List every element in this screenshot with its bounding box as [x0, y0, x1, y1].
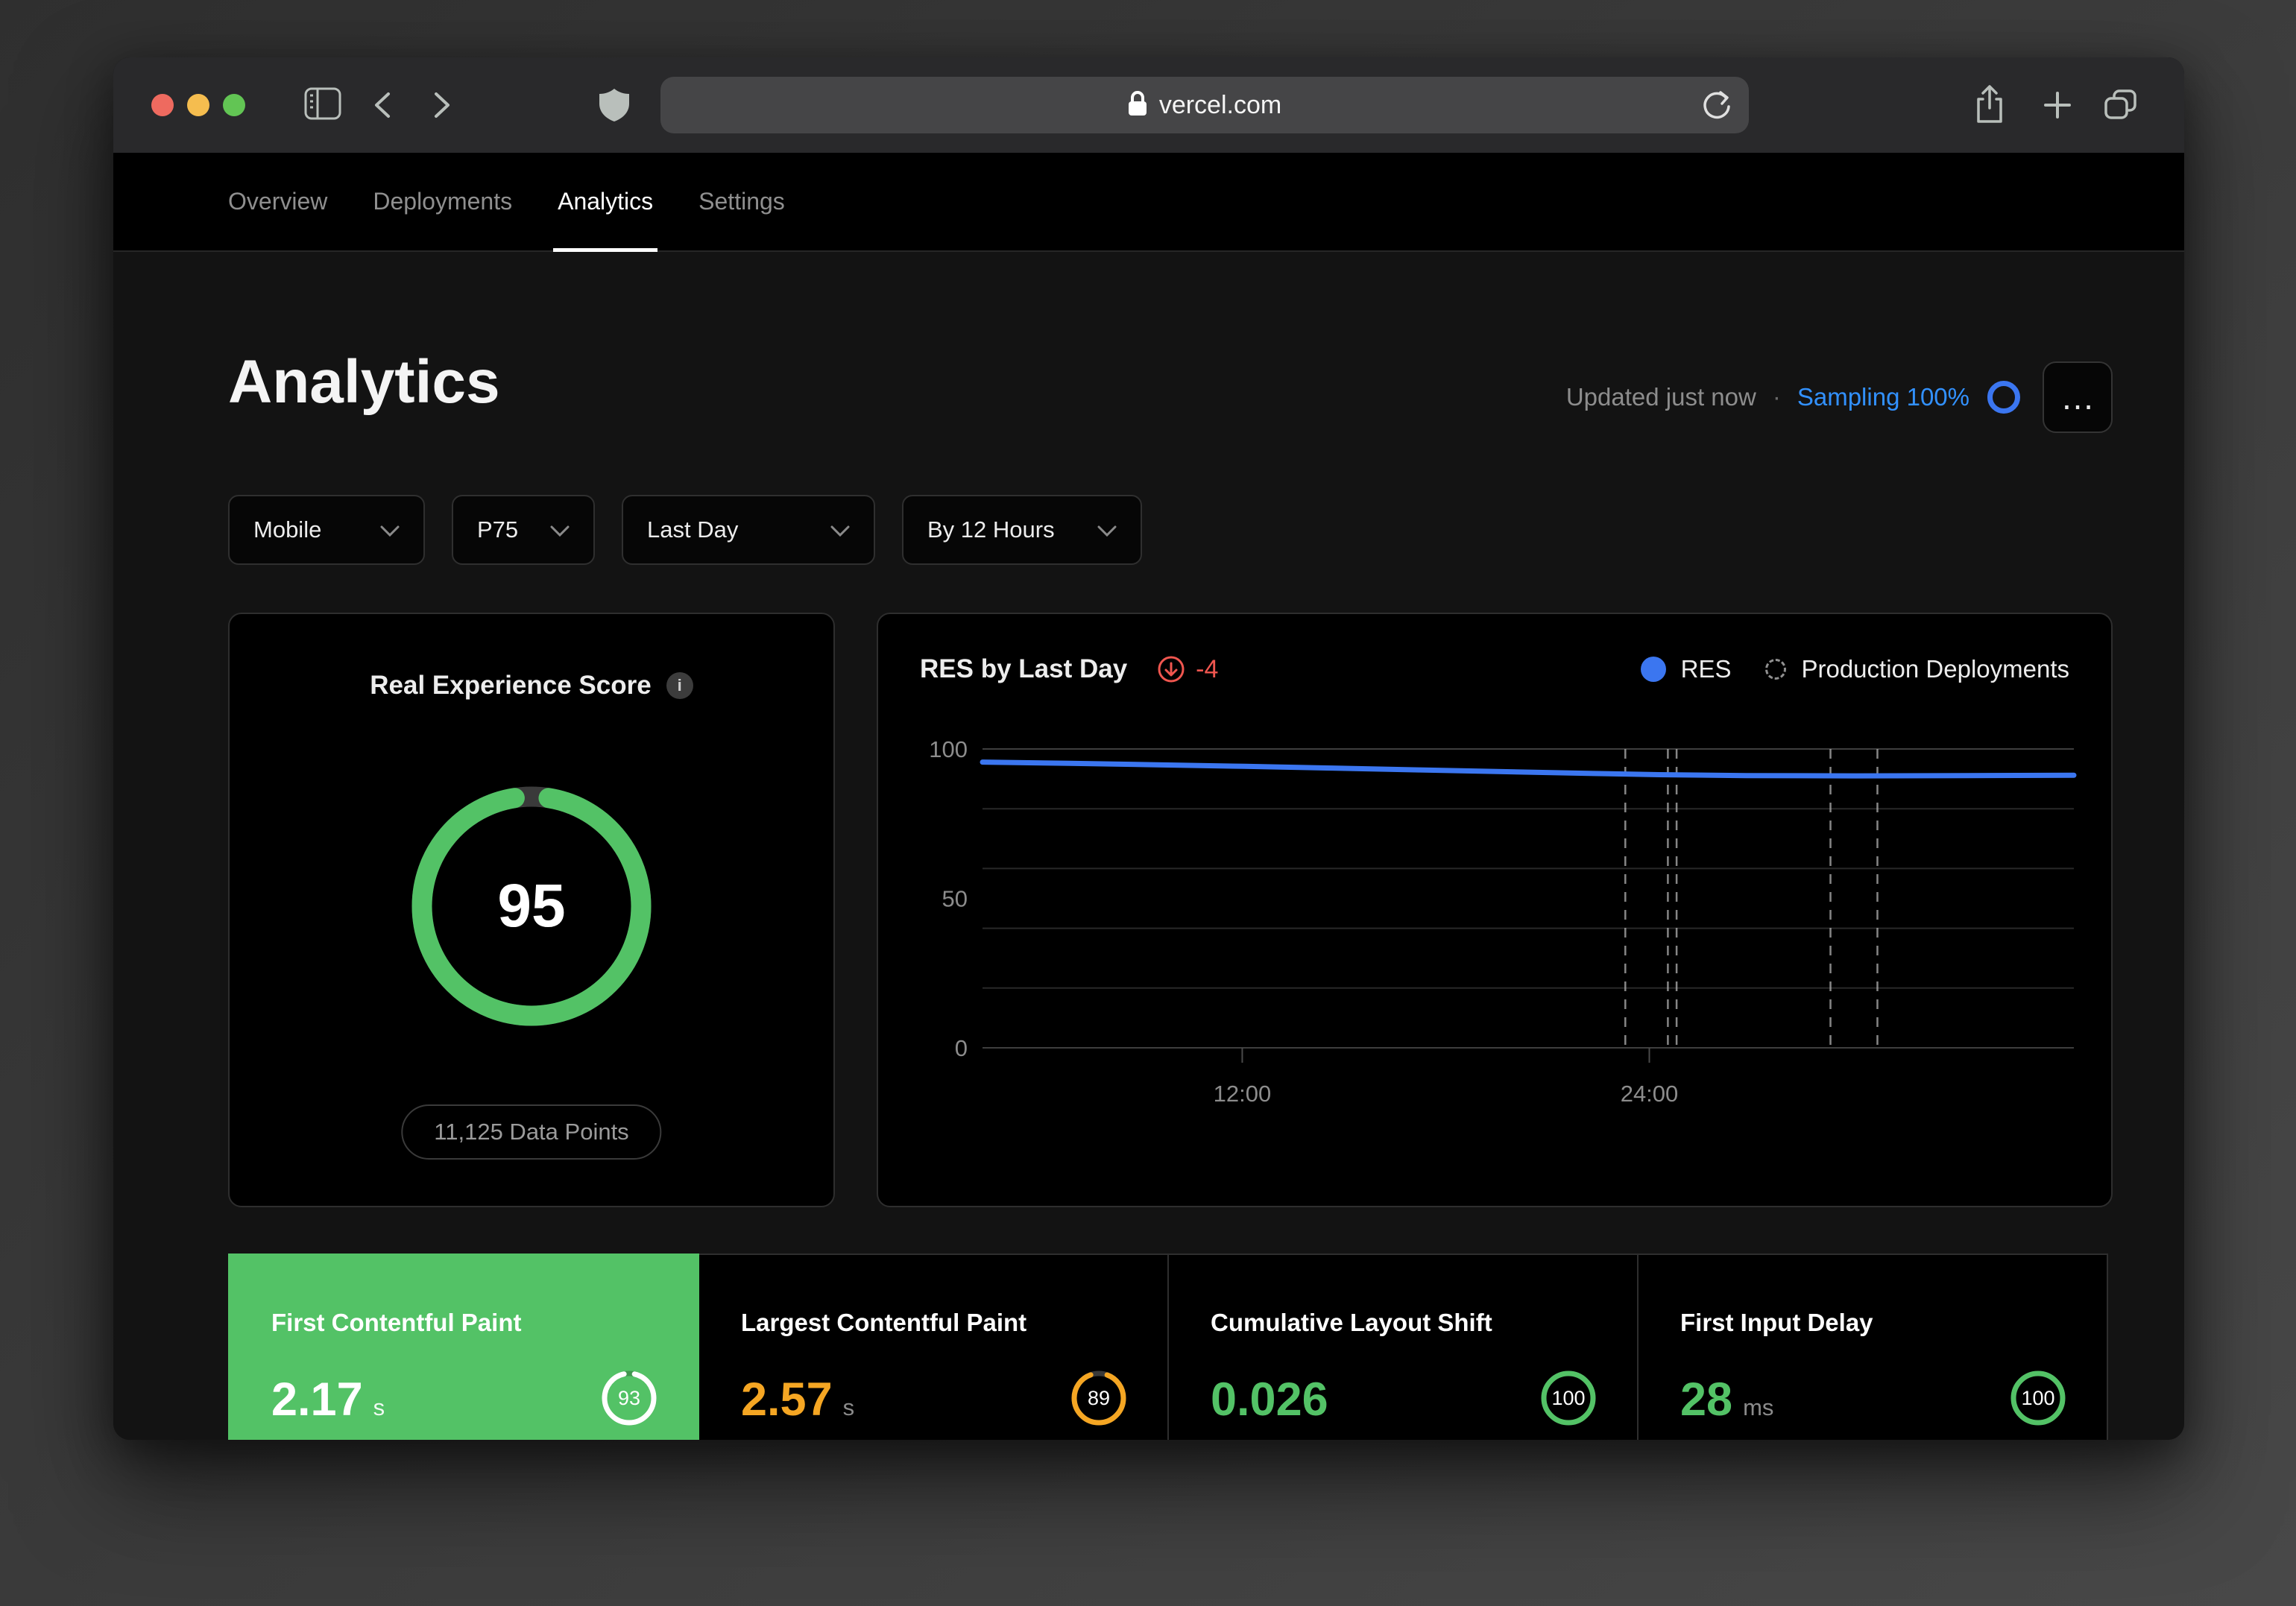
score-gauge: 95	[408, 783, 655, 1030]
web-vitals-row: First Contentful Paint 2.17 s 93 Largest…	[228, 1253, 2113, 1440]
deployment-dashed-circle-icon	[1765, 659, 1787, 680]
window-minimize-button[interactable]	[187, 94, 209, 116]
legend-item-res[interactable]: RES	[1640, 655, 1731, 683]
metric-unit: s	[842, 1394, 855, 1420]
chart-legend: RES Production Deployments	[1640, 655, 2069, 683]
dot-separator: ·	[1772, 383, 1781, 411]
metric-card-cls[interactable]: Cumulative Layout Shift 0.026 100	[1167, 1253, 1639, 1440]
chevron-down-icon	[1097, 516, 1117, 543]
updated-status: Updated just now	[1565, 383, 1756, 411]
res-chart-svg: 100 50 0 12:00 24:00	[929, 736, 2077, 1107]
svg-text:0: 0	[955, 1035, 968, 1061]
res-card-title: Real Experience Score	[370, 671, 652, 700]
legend-item-production-deployments[interactable]: Production Deployments	[1765, 655, 2069, 683]
browser-toolbar: vercel.com	[113, 57, 2184, 153]
res-series-dot-icon	[1640, 657, 1666, 682]
metric-unit: ms	[1743, 1394, 1774, 1420]
score-delta-badge: -4	[1157, 655, 1218, 684]
real-experience-score-card: Real Experience Score i 95 11,125 Data P…	[228, 613, 835, 1207]
metric-card-fid[interactable]: First Input Delay 28 ms 100	[1637, 1253, 2108, 1440]
metric-value: 28	[1680, 1373, 1733, 1426]
forward-icon[interactable]	[429, 90, 455, 120]
sidebar-toggle-icon[interactable]	[304, 87, 341, 120]
chart-title: RES by Last Day	[920, 654, 1128, 683]
share-icon[interactable]	[1972, 84, 2007, 126]
analytics-page: Analytics Updated just now · Sampling 10…	[113, 252, 2184, 1440]
metric-value: 2.17	[271, 1373, 363, 1426]
tab-overview[interactable]: Overview	[228, 153, 327, 250]
metric-value: 2.57	[741, 1373, 833, 1426]
back-icon[interactable]	[370, 90, 395, 120]
score-badge: 89	[1069, 1368, 1129, 1428]
more-options-button[interactable]: …	[2043, 361, 2113, 433]
tab-analytics[interactable]: Analytics	[553, 153, 658, 252]
metric-card-lcp[interactable]: Largest Contentful Paint 2.57 s 89	[698, 1253, 1169, 1440]
score-badge: 100	[1539, 1368, 1598, 1428]
chevron-down-icon	[550, 516, 570, 543]
tab-deployments[interactable]: Deployments	[373, 153, 512, 250]
res-chart-card: RES by Last Day -4 RES Production Deploy…	[877, 613, 2113, 1207]
page-title: Analytics	[228, 348, 500, 416]
page-header-actions: Updated just now · Sampling 100% …	[1566, 361, 2113, 434]
new-tab-icon[interactable]	[2041, 89, 2074, 121]
metric-value: 0.026	[1211, 1373, 1328, 1426]
metric-card-fcp[interactable]: First Contentful Paint 2.17 s 93	[228, 1253, 699, 1440]
filter-bar: Mobile P75 Last Day By 12 Hours	[228, 495, 1142, 565]
data-points-pill: 11,125 Data Points	[401, 1104, 662, 1160]
svg-text:24:00: 24:00	[1621, 1081, 1679, 1107]
sampling-progress-ring	[1987, 381, 2020, 414]
percentile-filter-dropdown[interactable]: P75	[452, 495, 595, 565]
lock-icon	[1128, 90, 1147, 120]
address-bar[interactable]: vercel.com	[660, 77, 1749, 133]
device-filter-dropdown[interactable]: Mobile	[228, 495, 425, 565]
refresh-icon[interactable]	[1700, 88, 1734, 122]
svg-text:100: 100	[929, 736, 968, 762]
metric-unit: s	[373, 1394, 385, 1420]
browser-window: vercel.com Overview Deployments Analytic…	[113, 57, 2184, 1440]
privacy-shield-icon	[598, 87, 631, 123]
time-range-filter-dropdown[interactable]: Last Day	[622, 495, 875, 565]
arrow-down-circle-icon	[1158, 656, 1185, 683]
project-nav: Overview Deployments Analytics Settings	[113, 153, 2184, 252]
url-text: vercel.com	[1158, 90, 1282, 119]
interval-filter-dropdown[interactable]: By 12 Hours	[902, 495, 1142, 565]
score-value: 95	[497, 872, 566, 940]
tab-overview-icon[interactable]	[2102, 89, 2138, 121]
sampling-link[interactable]: Sampling 100%	[1797, 383, 1969, 411]
svg-text:12:00: 12:00	[1214, 1081, 1272, 1107]
score-badge: 93	[599, 1368, 659, 1428]
tab-settings[interactable]: Settings	[698, 153, 785, 250]
svg-text:50: 50	[942, 886, 968, 912]
score-badge: 100	[2008, 1368, 2068, 1428]
delta-value: -4	[1196, 654, 1219, 683]
window-zoom-button[interactable]	[223, 94, 245, 116]
chevron-down-icon	[830, 516, 850, 543]
chevron-down-icon	[380, 516, 400, 543]
info-icon[interactable]: i	[666, 672, 693, 699]
window-close-button[interactable]	[151, 94, 174, 116]
